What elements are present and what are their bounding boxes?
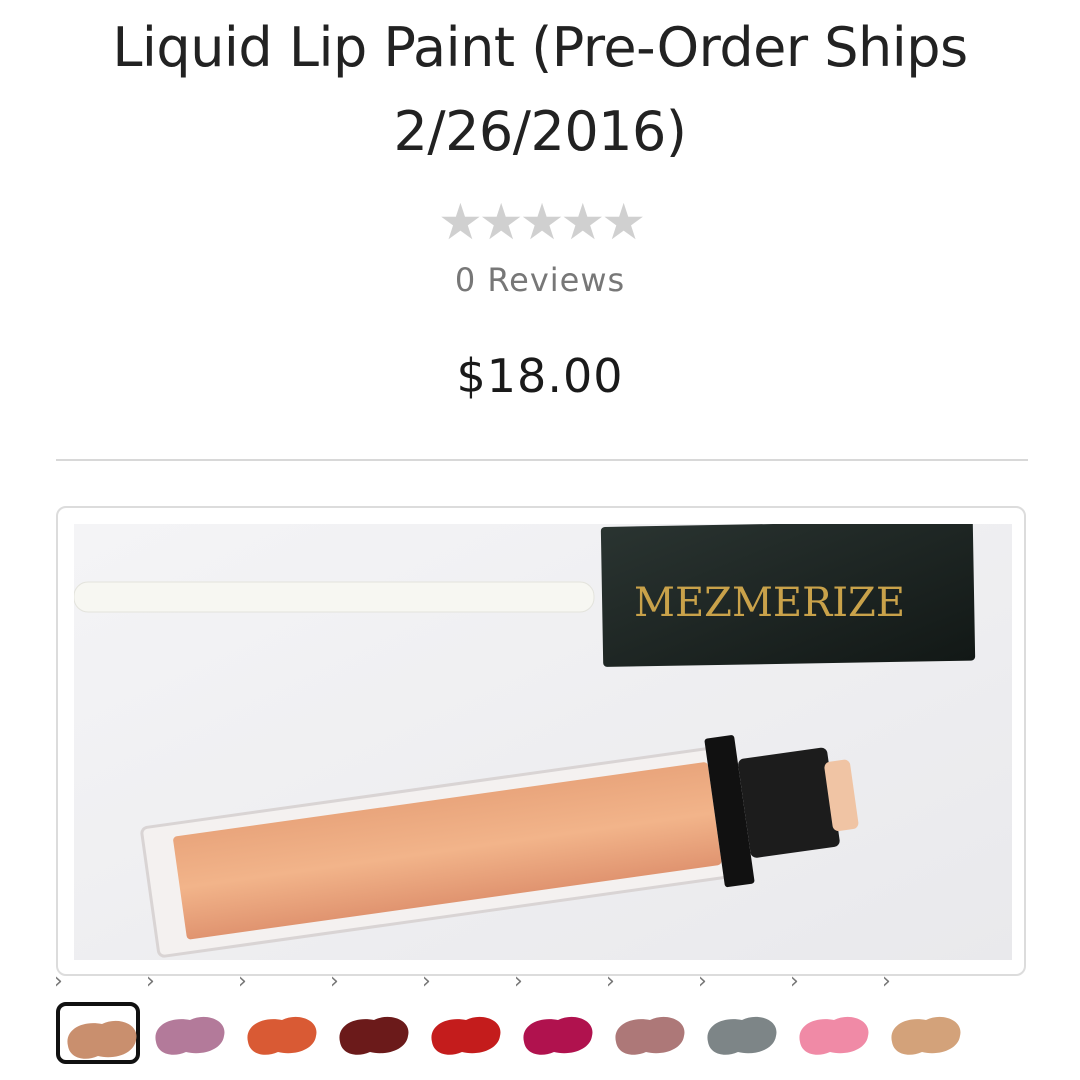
swatch-color[interactable] — [56, 1002, 140, 1064]
swatch-2[interactable]: › — [144, 966, 234, 1066]
swatch-color[interactable] — [884, 1002, 968, 1064]
product-title: Liquid Lip Paint (Pre-Order Ships 2/26/2… — [40, 6, 1040, 174]
chevron-right-icon: › — [146, 969, 155, 994]
swatch-9[interactable]: › — [788, 966, 878, 1066]
swatch-blob — [707, 1016, 777, 1055]
swatch-color[interactable] — [792, 1002, 876, 1064]
swatch-blob — [339, 1016, 409, 1055]
product-price: $18.00 — [456, 349, 624, 403]
swatch-blob — [155, 1016, 225, 1055]
brand-logo: MEZMERIZE — [634, 580, 905, 626]
swatch-blob — [523, 1016, 593, 1055]
swatch-blob — [67, 1020, 137, 1059]
swatch-blob — [615, 1016, 685, 1055]
chevron-right-icon: › — [698, 969, 707, 994]
product-image[interactable]: MEZMERIZE — [56, 506, 1026, 976]
divider — [56, 459, 1028, 461]
swatch-blob — [431, 1016, 501, 1055]
chevron-right-icon: › — [330, 969, 339, 994]
chevron-right-icon: › — [606, 969, 615, 994]
swatch-blob — [799, 1016, 869, 1055]
product-photo: MEZMERIZE — [74, 524, 1012, 960]
swatch-blob — [247, 1016, 317, 1055]
swatch-blob — [891, 1016, 961, 1055]
chevron-right-icon: › — [514, 969, 523, 994]
chevron-right-icon: › — [238, 969, 247, 994]
chevron-right-icon: › — [54, 969, 63, 994]
product-title-line1: Liquid Lip Paint (Pre-Order Ships — [112, 16, 968, 79]
chevron-right-icon: › — [882, 969, 891, 994]
product-title-line2: 2/26/2016) — [393, 100, 687, 163]
swatch-color[interactable] — [424, 1002, 508, 1064]
swatch-6[interactable]: › — [512, 966, 602, 1066]
swatch-5[interactable]: › — [420, 966, 510, 1066]
swatch-color[interactable] — [516, 1002, 600, 1064]
swatch-color[interactable] — [332, 1002, 416, 1064]
swatch-3[interactable]: › — [236, 966, 326, 1066]
chevron-right-icon: › — [422, 969, 431, 994]
chevron-right-icon: › — [790, 969, 799, 994]
reviews-link[interactable]: 0 Reviews — [0, 258, 1080, 302]
swatch-color[interactable] — [608, 1002, 692, 1064]
rating-stars[interactable]: ★★★★★ — [0, 192, 1080, 252]
swatch-1[interactable]: › — [52, 966, 142, 1066]
swatch-4[interactable]: › — [328, 966, 418, 1066]
swatch-7[interactable]: › — [604, 966, 694, 1066]
swatch-list: › › › › › › › › › › — [52, 966, 1052, 1076]
swatch-8[interactable]: › — [696, 966, 786, 1066]
swatch-color[interactable] — [240, 1002, 324, 1064]
swatch-color[interactable] — [700, 1002, 784, 1064]
swatch-color[interactable] — [148, 1002, 232, 1064]
swatch-10[interactable]: › — [880, 966, 970, 1066]
